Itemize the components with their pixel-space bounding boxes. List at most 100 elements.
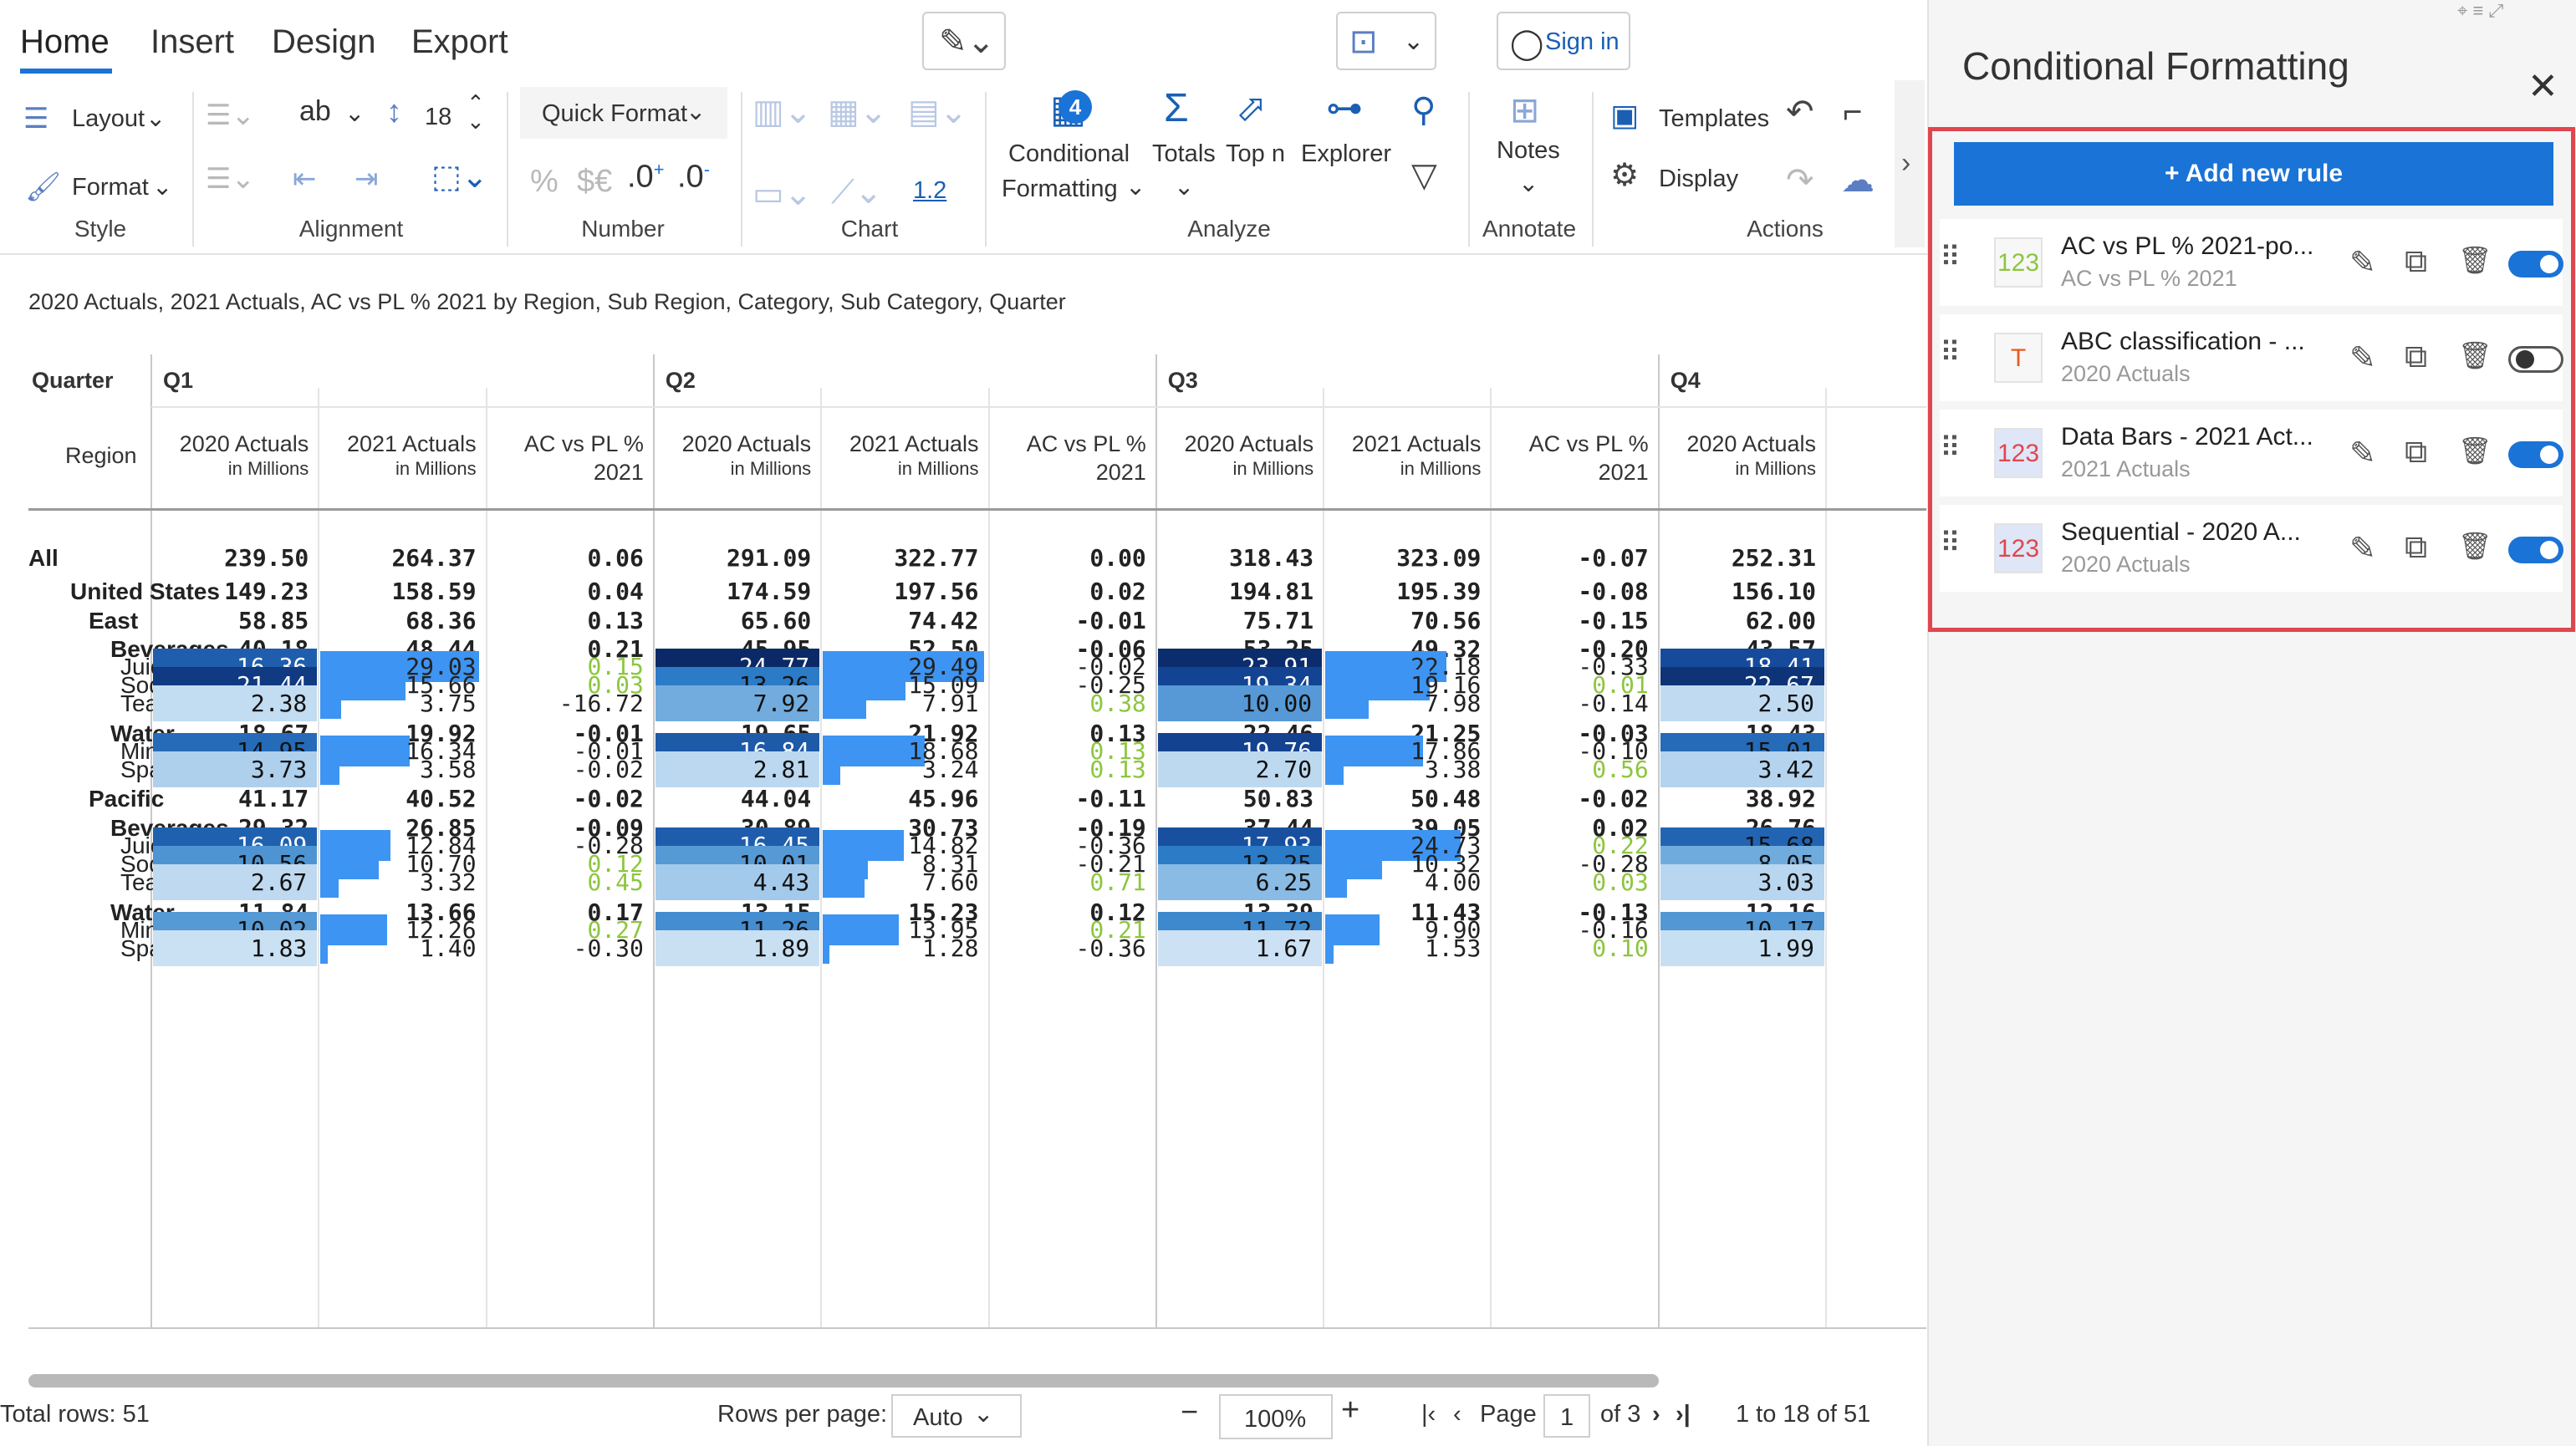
rule-toggle[interactable] <box>2508 251 2563 277</box>
rule-card[interactable]: ⠿ 123 Data Bars - 2021 Act... 2021 Actuals ✎… <box>1940 410 2563 496</box>
delete-icon[interactable]: 🗑 <box>2458 339 2492 371</box>
tab-home[interactable]: Home <box>20 23 110 61</box>
indent-icon[interactable]: ⇥ <box>355 162 379 196</box>
table-cell[interactable]: 0.00 <box>989 540 1156 576</box>
rule-card[interactable]: ⠿ 123 AC vs PL % 2021-po... AC vs PL % 2021… <box>1940 219 2563 306</box>
increase-decimal-icon[interactable]: .0+ <box>627 159 665 196</box>
zoom-out-button[interactable]: − <box>1181 1394 1198 1429</box>
notes-button[interactable]: Notes <box>1497 137 1560 165</box>
quarter-header[interactable]: Q4 <box>1671 366 1701 395</box>
table-cell[interactable]: -0.30 <box>487 930 654 966</box>
edit-icon[interactable]: ✎ <box>2349 244 2376 282</box>
table-cell[interactable]: -0.36 <box>989 930 1156 966</box>
cluster-chart-icon[interactable]: ▦⌄ <box>828 95 887 129</box>
templates-button[interactable]: Templates <box>1659 105 1769 133</box>
ribbon-scroll-right[interactable]: › <box>1895 80 1925 247</box>
search-icon[interactable]: ⚲ <box>1411 94 1436 127</box>
copy-icon[interactable]: ⧉ <box>2405 244 2427 280</box>
last-page-icon[interactable]: ›| <box>1676 1401 1691 1428</box>
measure-header[interactable]: AC vs PL % 2021 <box>1491 430 1649 486</box>
table-cell[interactable]: 239.50 <box>151 540 319 576</box>
currency-icon[interactable]: $€ <box>577 164 612 200</box>
outdent-icon[interactable]: ⇤ <box>293 162 317 196</box>
border-icon[interactable]: ⬚⌄ <box>431 160 488 194</box>
drag-handle-icon[interactable]: ⠿ <box>1940 241 1961 274</box>
sign-in-button[interactable]: ◯ Sign in <box>1497 12 1630 70</box>
rows-per-page-select[interactable]: Auto ⌄ <box>891 1394 1022 1438</box>
tab-export[interactable]: Export <box>411 23 508 61</box>
delete-icon[interactable]: 🗑 <box>2458 244 2492 276</box>
decrease-decimal-icon[interactable]: .0- <box>677 159 710 196</box>
top-n-button[interactable]: Top n <box>1226 140 1285 168</box>
align-icon[interactable]: ☰⌄ <box>206 99 255 132</box>
prev-page-icon[interactable]: ‹ <box>1453 1401 1461 1428</box>
decimal-format-button[interactable]: 1.2 <box>913 177 946 205</box>
filter-icon[interactable]: ▽ <box>1411 159 1437 192</box>
table-cell[interactable]: -0.07 <box>1491 540 1658 576</box>
table-chart-icon[interactable]: ▭⌄ <box>752 177 812 211</box>
table-cell[interactable]: 1.67 <box>1157 930 1323 966</box>
table-cell[interactable]: 1.99 <box>1660 930 1824 966</box>
edit-icon[interactable]: ✎ <box>2349 339 2376 377</box>
table-cell[interactable]: 0.06 <box>487 540 654 576</box>
format-button[interactable]: Format <box>72 174 149 201</box>
comment-button[interactable]: ⊡ ⌄ <box>1336 12 1436 70</box>
valign-icon[interactable]: ☰⌄ <box>206 162 255 196</box>
table-row[interactable]: Sparkli...1.831.40-0.301.891.28-0.361.67… <box>28 930 1926 966</box>
add-new-rule-button[interactable]: + Add new rule <box>1954 142 2553 206</box>
measure-header[interactable]: 2020 Actuals in Millions <box>1659 430 1816 480</box>
next-page-icon[interactable]: › <box>1652 1401 1660 1428</box>
table-cell[interactable]: 252.31 <box>1659 540 1826 576</box>
pin-icon[interactable]: ⌖ ≡ ⤢ <box>2457 0 2503 22</box>
zoom-in-button[interactable]: + <box>1341 1393 1359 1428</box>
display-button[interactable]: Display <box>1659 165 1738 193</box>
first-page-icon[interactable]: |‹ <box>1421 1401 1436 1428</box>
visual-switch-button[interactable]: ✎⌄ <box>922 12 1006 70</box>
table-cell[interactable]: 1.28 <box>821 930 988 966</box>
percent-icon[interactable]: % <box>530 164 559 200</box>
table-row[interactable]: All 239.50 264.37 0.06 291.09 322.77 0.00 318.4… <box>28 540 1926 576</box>
table-cell[interactable]: 1.40 <box>319 930 486 966</box>
cloud-upload-icon[interactable]: ☁ <box>1841 164 1875 197</box>
tab-design[interactable]: Design <box>272 23 376 61</box>
quarter-header[interactable]: Q3 <box>1168 366 1198 395</box>
line-chart-icon[interactable]: ⟋⌄ <box>831 176 883 209</box>
rule-toggle[interactable] <box>2508 537 2563 563</box>
horizontal-scrollbar[interactable] <box>28 1374 1659 1387</box>
table-cell[interactable]: 264.37 <box>319 540 486 576</box>
font-sample[interactable]: ab <box>299 95 331 128</box>
table-cell[interactable]: 1.83 <box>153 930 318 966</box>
stacked-chart-icon[interactable]: ▤⌄ <box>908 95 967 129</box>
edit-icon[interactable]: ✎ <box>2349 530 2376 568</box>
table-cell[interactable]: 1.89 <box>655 930 820 966</box>
measure-header[interactable]: 2020 Actuals in Millions <box>1156 430 1314 480</box>
rule-card[interactable]: ⠿ 123 Sequential - 2020 A... 2020 Actuals ✎ ⧉… <box>1940 505 2563 592</box>
table-cell[interactable]: 0.10 <box>1491 930 1658 966</box>
measure-header[interactable]: AC vs PL % 2021 <box>989 430 1146 486</box>
drag-handle-icon[interactable]: ⠿ <box>1940 527 1961 560</box>
undo-icon[interactable]: ↶ <box>1786 95 1814 129</box>
measure-header[interactable]: 2020 Actuals in Millions <box>654 430 812 480</box>
delete-icon[interactable]: 🗑 <box>2458 530 2492 562</box>
close-icon[interactable]: ✕ <box>2528 65 2558 108</box>
rule-toggle[interactable] <box>2508 441 2563 468</box>
copy-icon[interactable]: ⧉ <box>2405 339 2427 375</box>
table-cell[interactable]: 1.53 <box>1324 930 1491 966</box>
rule-toggle[interactable] <box>2508 346 2563 373</box>
delete-icon[interactable]: 🗑 <box>2458 435 2492 466</box>
quick-format-dropdown[interactable]: Quick Format ⌄ <box>520 87 727 139</box>
edit-icon[interactable]: ✎ <box>2349 435 2376 472</box>
ruler-icon[interactable]: ⌐ <box>1843 95 1862 129</box>
conditional-formatting-button[interactable]: Conditional <box>1008 140 1130 168</box>
table-cell[interactable]: 322.77 <box>821 540 988 576</box>
drag-handle-icon[interactable]: ⠿ <box>1940 336 1961 369</box>
measure-header[interactable]: 2021 Actuals in Millions <box>1324 430 1482 480</box>
quarter-header[interactable]: Q1 <box>163 366 193 395</box>
rule-card[interactable]: ⠿ T ABC classification - ... 2020 Actuals ✎ ⧉… <box>1940 314 2563 401</box>
zoom-input[interactable]: 100% <box>1219 1394 1333 1439</box>
totals-button[interactable]: Totals <box>1152 140 1216 168</box>
tab-insert[interactable]: Insert <box>150 23 234 61</box>
explorer-button[interactable]: Explorer <box>1301 140 1391 168</box>
line-height-icon[interactable]: ↕ <box>386 95 402 129</box>
table-cell[interactable]: 291.09 <box>654 540 821 576</box>
